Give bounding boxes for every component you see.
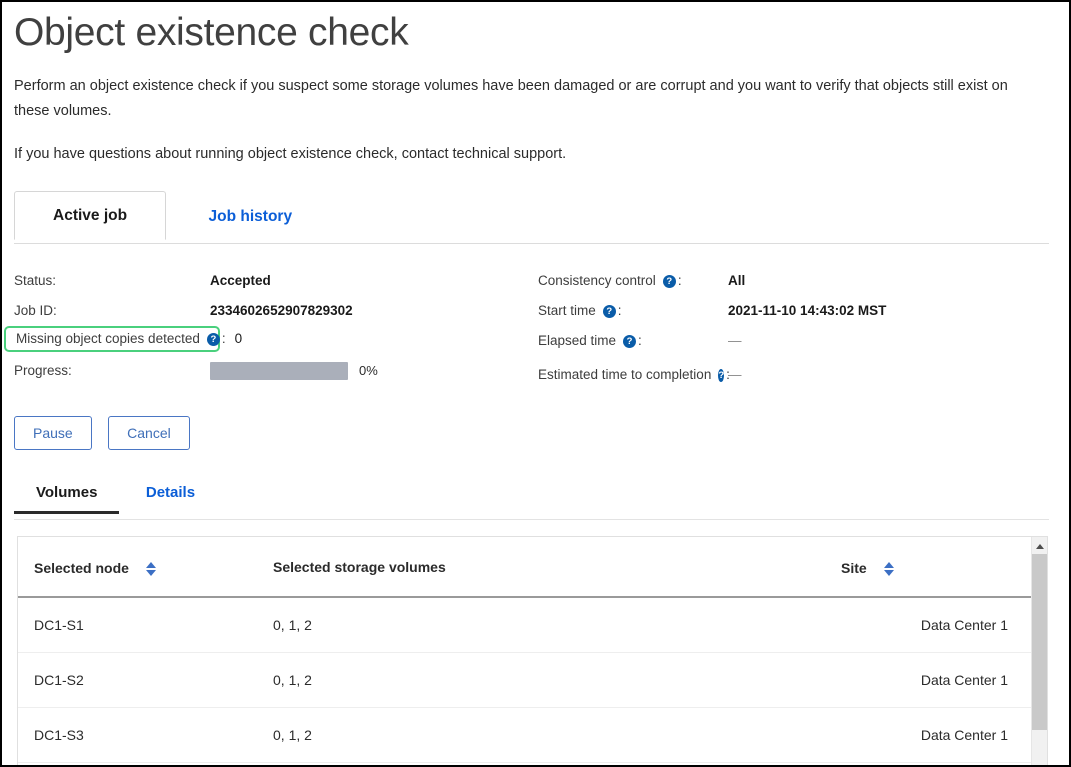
page-content: Object existence check Perform an object…: [2, 10, 1069, 767]
table-row[interactable]: DC1-S30, 1, 2Data Center 1: [18, 707, 1033, 762]
help-icon[interactable]: ?: [603, 305, 616, 318]
column-header-selected-storage-volumes-label: Selected storage volumes: [273, 559, 446, 575]
progress-bar: 0%: [210, 362, 378, 380]
volumes-table-body: DC1-S10, 1, 2Data Center 1DC1-S20, 1, 2D…: [18, 597, 1033, 763]
volumes-table-head: Selected node Selected storage volumes S…: [18, 537, 1033, 597]
cell-selected-storage-volumes: 0, 1, 2: [273, 597, 841, 653]
tab-volumes[interactable]: Volumes: [14, 478, 119, 514]
start-time-colon: :: [618, 303, 622, 318]
help-icon[interactable]: ?: [718, 369, 724, 382]
eta-label: Estimated time to completion ? :: [538, 367, 728, 382]
tab-job-history[interactable]: Job history: [171, 193, 331, 240]
start-time-label-text: Start time: [538, 303, 596, 318]
cell-selected-storage-volumes: 0, 1, 2: [273, 707, 841, 762]
cancel-button[interactable]: Cancel: [108, 416, 190, 450]
progress-percent: 0%: [359, 363, 378, 378]
consistency-control-row: Consistency control ? : All: [538, 266, 1057, 296]
intro-paragraph-1: Perform an object existence check if you…: [14, 74, 1044, 124]
column-header-site[interactable]: Site: [841, 537, 1033, 597]
table-scrollbar[interactable]: [1031, 537, 1047, 767]
missing-object-copies-value: 0: [235, 331, 243, 346]
job-id-row: Job ID: 2334602652907829302: [14, 296, 538, 326]
column-header-selected-node-label: Selected node: [34, 560, 129, 576]
job-details-right-column: Consistency control ? : All Start time ?…: [538, 266, 1057, 390]
cell-site: Data Center 1: [841, 707, 1033, 762]
start-time-value: 2021-11-10 14:43:02 MST: [728, 303, 886, 318]
intro-paragraph-2: If you have questions about running obje…: [14, 142, 1044, 167]
job-tabbar: Active job Job history: [14, 191, 1057, 244]
consistency-control-label: Consistency control ? :: [538, 273, 728, 288]
cell-site: Data Center 1: [841, 597, 1033, 653]
elapsed-time-value: —: [728, 333, 742, 348]
object-existence-check-page: Object existence check Perform an object…: [0, 0, 1071, 767]
table-header-row: Selected node Selected storage volumes S…: [18, 537, 1033, 597]
scroll-up-arrow-icon[interactable]: [1032, 537, 1047, 554]
cell-selected-node: DC1-S3: [18, 707, 273, 762]
column-header-selected-storage-volumes: Selected storage volumes: [273, 537, 841, 597]
table-row[interactable]: DC1-S20, 1, 2Data Center 1: [18, 652, 1033, 707]
volumes-table: Selected node Selected storage volumes S…: [18, 537, 1033, 763]
column-header-site-label: Site: [841, 560, 867, 576]
missing-object-copies-label-text: Missing object copies detected: [16, 331, 200, 346]
progress-label: Progress:: [14, 363, 210, 378]
help-icon[interactable]: ?: [663, 275, 676, 288]
sort-icon[interactable]: [884, 562, 895, 576]
status-row: Status: Accepted: [14, 266, 538, 296]
volumes-table-container: Selected node Selected storage volumes S…: [17, 536, 1048, 767]
start-time-label: Start time ? :: [538, 303, 728, 318]
missing-object-copies-row: Missing object copies detected ? : 0: [4, 326, 220, 352]
page-title: Object existence check: [14, 10, 1057, 57]
elapsed-time-label: Elapsed time ? :: [538, 333, 728, 348]
job-actions: Pause Cancel: [14, 416, 1057, 450]
help-icon[interactable]: ?: [207, 333, 220, 346]
status-value: Accepted: [210, 273, 271, 288]
progress-track: [210, 362, 348, 380]
cell-selected-node: DC1-S1: [18, 597, 273, 653]
tab-details[interactable]: Details: [124, 478, 217, 514]
tab-active-job[interactable]: Active job: [14, 191, 166, 240]
help-icon[interactable]: ?: [623, 335, 636, 348]
consistency-control-colon: :: [678, 273, 682, 288]
progress-row: Progress: 0%: [14, 356, 538, 386]
cell-selected-storage-volumes: 0, 1, 2: [273, 652, 841, 707]
elapsed-time-colon: :: [638, 333, 642, 348]
start-time-row: Start time ? : 2021-11-10 14:43:02 MST: [538, 296, 1057, 326]
sort-icon[interactable]: [146, 562, 157, 576]
cell-site: Data Center 1: [841, 652, 1033, 707]
pause-button[interactable]: Pause: [14, 416, 92, 450]
consistency-control-label-text: Consistency control: [538, 273, 656, 288]
table-row[interactable]: DC1-S10, 1, 2Data Center 1: [18, 597, 1033, 653]
consistency-control-value: All: [728, 273, 745, 288]
eta-row: Estimated time to completion ? : —: [538, 360, 1057, 390]
column-header-selected-node[interactable]: Selected node: [18, 537, 273, 597]
missing-object-copies-colon: :: [222, 331, 226, 346]
elapsed-time-label-text: Elapsed time: [538, 333, 616, 348]
elapsed-time-row: Elapsed time ? : —: [538, 326, 1057, 356]
job-id-value: 2334602652907829302: [210, 303, 353, 318]
scrollbar-thumb[interactable]: [1032, 554, 1048, 730]
status-label: Status:: [14, 273, 210, 288]
job-details-left-column: Status: Accepted Job ID: 233460265290782…: [14, 266, 538, 390]
job-id-label: Job ID:: [14, 303, 210, 318]
eta-value: —: [728, 367, 742, 382]
cell-selected-node: DC1-S2: [18, 652, 273, 707]
eta-label-text: Estimated time to completion: [538, 367, 711, 382]
volumes-details-tabbar: Volumes Details: [14, 478, 1057, 520]
missing-object-copies-label: Missing object copies detected ? :: [16, 331, 226, 346]
job-details: Status: Accepted Job ID: 233460265290782…: [14, 266, 1057, 390]
